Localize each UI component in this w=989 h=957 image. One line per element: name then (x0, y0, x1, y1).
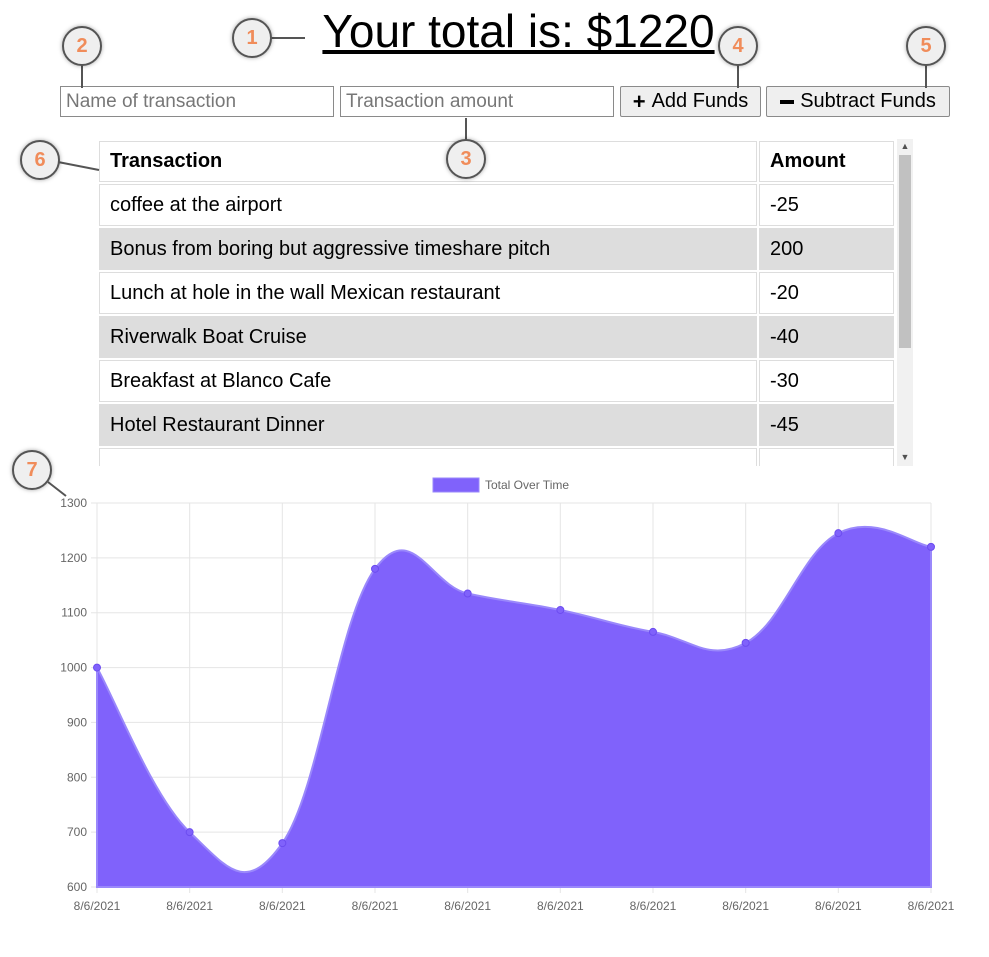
table-row: Bonus from boring but aggressive timesha… (99, 228, 894, 270)
chart-y-axis: 600 700 800 900 1000 1100 1200 1300 (60, 496, 87, 894)
scroll-up-icon[interactable]: ▲ (897, 141, 913, 151)
chart-data-point (649, 627, 657, 636)
callout-line-6 (57, 161, 100, 171)
chart-x-axis: 8/6/2021 8/6/2021 8/6/2021 8/6/2021 8/6/2021… (74, 899, 955, 913)
row-amount: -40 (759, 316, 894, 358)
chart-x-tick-label: 8/6/2021 (352, 899, 399, 913)
transactions-table: Transaction Amount coffee at the airport… (97, 139, 896, 466)
chart-y-tick-label: 1200 (60, 551, 87, 565)
chart-x-tick-label: 8/6/2021 (537, 899, 584, 913)
chart-y-tick-label: 600 (67, 880, 87, 894)
table-row: Breakfast at Blanco Cafe -30 (99, 360, 894, 402)
minus-icon (780, 99, 795, 104)
table-scrollbar-thumb[interactable] (899, 155, 911, 348)
add-funds-label: Add Funds (651, 90, 749, 112)
chart-data-point (278, 839, 287, 848)
callout-badge-4: 4 (718, 26, 758, 66)
chart-data-point (185, 828, 194, 837)
callout-badge-6: 6 (20, 140, 60, 180)
chart-data-point (741, 638, 750, 647)
chart-y-tick-label: 1100 (61, 606, 87, 620)
chart-y-tick-label: 1000 (60, 661, 87, 675)
chart-x-tick-label: 8/6/2021 (444, 899, 491, 913)
chart-legend-label: Total Over Time (485, 478, 569, 492)
row-name: Hotel Restaurant Dinner (99, 404, 757, 446)
row-name (99, 448, 757, 466)
table-row: Hotel Restaurant Dinner -45 (99, 404, 894, 446)
row-amount: 200 (759, 228, 894, 270)
row-name: Lunch at hole in the wall Mexican restau… (99, 272, 757, 314)
subtract-funds-button[interactable]: Subtract Funds (766, 86, 950, 117)
header-transaction: Transaction (99, 141, 757, 182)
chart-x-tick-label: 8/6/2021 (630, 899, 677, 913)
row-amount: -30 (759, 360, 894, 402)
chart-x-tick-label: 8/6/2021 (74, 899, 121, 913)
chart-x-tick-label: 8/6/2021 (259, 899, 306, 913)
table-header-row: Transaction Amount (99, 141, 894, 182)
chart-x-tick-label: 8/6/2021 (166, 899, 213, 913)
row-amount: -25 (759, 184, 894, 226)
table-row (99, 448, 894, 466)
chart-data-point (93, 663, 101, 672)
row-name: Breakfast at Blanco Cafe (99, 360, 757, 402)
chart-data-point (927, 542, 935, 551)
chart-data-point (834, 529, 843, 538)
transactions-table-container[interactable]: Transaction Amount coffee at the airport… (97, 139, 913, 466)
callout-badge-2: 2 (62, 26, 102, 66)
total-heading: Your total is: $1220 (0, 4, 989, 58)
chart-data-point (556, 605, 565, 614)
subtract-funds-label: Subtract Funds (800, 90, 936, 112)
chart-x-tick-label: 8/6/2021 (908, 899, 955, 913)
row-amount (759, 448, 894, 466)
table-row: coffee at the airport -25 (99, 184, 894, 226)
chart-data-point (371, 564, 379, 573)
chart-legend: Total Over Time (432, 477, 569, 493)
transaction-amount-input[interactable] (340, 86, 614, 117)
chart-legend-swatch (432, 477, 480, 493)
transaction-name-input[interactable] (60, 86, 334, 117)
callout-badge-3: 3 (446, 139, 486, 179)
total-text: Your total is: $1220 (322, 5, 715, 57)
row-name: coffee at the airport (99, 184, 757, 226)
header-amount: Amount (759, 141, 894, 182)
scroll-down-icon[interactable]: ▼ (897, 452, 913, 462)
row-amount: -45 (759, 404, 894, 446)
plus-icon: + (632, 88, 646, 114)
chart-area-series (96, 525, 932, 888)
chart-y-tick-label: 800 (67, 770, 87, 784)
add-funds-button[interactable]: + Add Funds (620, 86, 761, 117)
chart-y-tick-label: 900 (67, 715, 87, 729)
table-row: Riverwalk Boat Cruise -40 (99, 316, 894, 358)
chart-x-tick-label: 8/6/2021 (815, 899, 862, 913)
chart-y-tick-label: 1300 (60, 496, 87, 510)
chart-y-tick-label: 700 (67, 825, 87, 839)
row-amount: -20 (759, 272, 894, 314)
callout-badge-1: 1 (232, 18, 272, 58)
row-name: Riverwalk Boat Cruise (99, 316, 757, 358)
chart-data-point (463, 589, 472, 598)
total-over-time-chart: Total Over Time 600 700 800 900 1000 1100 1200… (60, 477, 955, 913)
chart-x-tick-label: 8/6/2021 (722, 899, 769, 913)
row-name: Bonus from boring but aggressive timesha… (99, 228, 757, 270)
callout-badge-5: 5 (906, 26, 946, 66)
table-row: Lunch at hole in the wall Mexican restau… (99, 272, 894, 314)
